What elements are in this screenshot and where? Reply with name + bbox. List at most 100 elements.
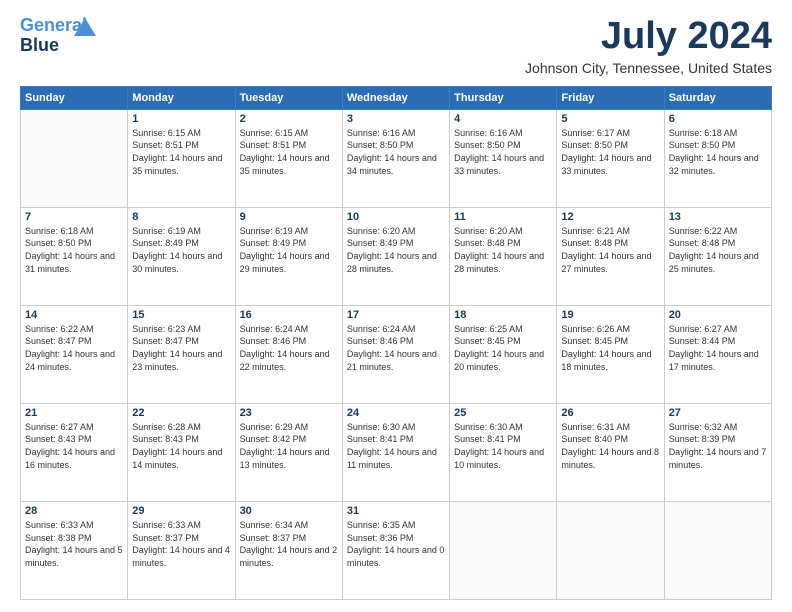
day-number: 16: [240, 309, 338, 321]
calendar-cell: 4Sunrise: 6:16 AM Sunset: 8:50 PM Daylig…: [450, 109, 557, 207]
day-number: 19: [561, 309, 659, 321]
day-info: Sunrise: 6:17 AM Sunset: 8:50 PM Dayligh…: [561, 127, 659, 177]
calendar-cell: 23 Sunrise: 6:29 AM Sunset: 8:42 PM Dayli…: [235, 403, 342, 501]
day-number: 28: [25, 505, 123, 517]
day-number: 27: [669, 407, 767, 419]
day-number: 17: [347, 309, 445, 321]
day-number: 12: [561, 211, 659, 223]
header: General Blue July 2024 Johnson City, Ten…: [20, 16, 772, 76]
header-wednesday: Wednesday: [342, 86, 449, 109]
calendar-cell: [21, 109, 128, 207]
day-info: Sunrise: 6:33 AM Sunset: 8:37 PM Dayligh…: [132, 519, 230, 569]
header-monday: Monday: [128, 86, 235, 109]
calendar-table: Sunday Monday Tuesday Wednesday Thursday…: [20, 86, 772, 600]
calendar-cell: 10Sunrise: 6:20 AM Sunset: 8:49 PM Dayli…: [342, 207, 449, 305]
calendar-cell: 29Sunrise: 6:33 AM Sunset: 8:37 PM Dayli…: [128, 501, 235, 599]
day-number: 20: [669, 309, 767, 321]
title-area: July 2024 Johnson City, Tennessee, Unite…: [525, 16, 772, 76]
day-number: 31: [347, 505, 445, 517]
calendar-cell: 12 Sunrise: 6:21 AM Sunset: 8:48 PM Dayli…: [557, 207, 664, 305]
calendar-cell: 7Sunrise: 6:18 AM Sunset: 8:50 PM Daylig…: [21, 207, 128, 305]
calendar-cell: 31 Sunrise: 6:35 AM Sunset: 8:36 PM Dayli…: [342, 501, 449, 599]
day-number: 22: [132, 407, 230, 419]
day-number: 7: [25, 211, 123, 223]
calendar-cell: 16 Sunrise: 6:24 AM Sunset: 8:46 PM Dayli…: [235, 305, 342, 403]
calendar-cell: [664, 501, 771, 599]
day-number: 14: [25, 309, 123, 321]
day-info: Sunrise: 6:24 AM Sunset: 8:46 PM Dayligh…: [347, 323, 445, 373]
calendar-cell: 21Sunrise: 6:27 AM Sunset: 8:43 PM Dayli…: [21, 403, 128, 501]
day-info: Sunrise: 6:29 AM Sunset: 8:42 PM Dayligh…: [240, 421, 338, 471]
day-info: Sunrise: 6:26 AM Sunset: 8:45 PM Dayligh…: [561, 323, 659, 373]
day-info: Sunrise: 6:27 AM Sunset: 8:44 PM Dayligh…: [669, 323, 767, 373]
logo-blue: Blue: [20, 35, 59, 55]
header-friday: Friday: [557, 86, 664, 109]
day-info: Sunrise: 6:25 AM Sunset: 8:45 PM Dayligh…: [454, 323, 552, 373]
day-number: 15: [132, 309, 230, 321]
calendar-cell: 1 Sunrise: 6:15 AM Sunset: 8:51 PM Daylig…: [128, 109, 235, 207]
day-number: 23: [240, 407, 338, 419]
calendar-cell: 20 Sunrise: 6:27 AM Sunset: 8:44 PM Dayli…: [664, 305, 771, 403]
day-info: Sunrise: 6:22 AM Sunset: 8:47 PM Dayligh…: [25, 323, 123, 373]
calendar-cell: 11 Sunrise: 6:20 AM Sunset: 8:48 PM Dayli…: [450, 207, 557, 305]
calendar-cell: 6 Sunrise: 6:18 AM Sunset: 8:50 PM Daylig…: [664, 109, 771, 207]
calendar-cell: 15 Sunrise: 6:23 AM Sunset: 8:47 PM Dayli…: [128, 305, 235, 403]
calendar-week-0: 1 Sunrise: 6:15 AM Sunset: 8:51 PM Daylig…: [21, 109, 772, 207]
day-info: Sunrise: 6:15 AM Sunset: 8:51 PM Dayligh…: [132, 127, 230, 177]
logo: General Blue: [20, 16, 87, 56]
calendar-cell: 19 Sunrise: 6:26 AM Sunset: 8:45 PM Dayli…: [557, 305, 664, 403]
day-info: Sunrise: 6:23 AM Sunset: 8:47 PM Dayligh…: [132, 323, 230, 373]
calendar-cell: 14 Sunrise: 6:22 AM Sunset: 8:47 PM Dayli…: [21, 305, 128, 403]
day-number: 10: [347, 211, 445, 223]
calendar-cell: 13 Sunrise: 6:22 AM Sunset: 8:48 PM Dayli…: [664, 207, 771, 305]
day-info: Sunrise: 6:33 AM Sunset: 8:38 PM Dayligh…: [25, 519, 123, 569]
day-info: Sunrise: 6:18 AM Sunset: 8:50 PM Dayligh…: [669, 127, 767, 177]
day-number: 26: [561, 407, 659, 419]
weekday-header-row: Sunday Monday Tuesday Wednesday Thursday…: [21, 86, 772, 109]
day-info: Sunrise: 6:16 AM Sunset: 8:50 PM Dayligh…: [347, 127, 445, 177]
day-number: 5: [561, 113, 659, 125]
header-tuesday: Tuesday: [235, 86, 342, 109]
calendar-cell: 26Sunrise: 6:31 AM Sunset: 8:40 PM Dayli…: [557, 403, 664, 501]
day-info: Sunrise: 6:28 AM Sunset: 8:43 PM Dayligh…: [132, 421, 230, 471]
header-sunday: Sunday: [21, 86, 128, 109]
day-number: 30: [240, 505, 338, 517]
day-info: Sunrise: 6:30 AM Sunset: 8:41 PM Dayligh…: [347, 421, 445, 471]
day-info: Sunrise: 6:30 AM Sunset: 8:41 PM Dayligh…: [454, 421, 552, 471]
day-number: 9: [240, 211, 338, 223]
day-number: 4: [454, 113, 552, 125]
calendar-week-2: 14 Sunrise: 6:22 AM Sunset: 8:47 PM Dayli…: [21, 305, 772, 403]
header-saturday: Saturday: [664, 86, 771, 109]
page: General Blue July 2024 Johnson City, Ten…: [0, 0, 792, 612]
day-number: 6: [669, 113, 767, 125]
location: Johnson City, Tennessee, United States: [525, 60, 772, 76]
day-number: 21: [25, 407, 123, 419]
month-year: July 2024: [525, 16, 772, 58]
calendar-cell: 30 Sunrise: 6:34 AM Sunset: 8:37 PM Dayli…: [235, 501, 342, 599]
day-number: 1: [132, 113, 230, 125]
day-number: 11: [454, 211, 552, 223]
day-info: Sunrise: 6:19 AM Sunset: 8:49 PM Dayligh…: [240, 225, 338, 275]
calendar-week-4: 28 Sunrise: 6:33 AM Sunset: 8:38 PM Dayli…: [21, 501, 772, 599]
calendar-cell: 5 Sunrise: 6:17 AM Sunset: 8:50 PM Daylig…: [557, 109, 664, 207]
day-number: 13: [669, 211, 767, 223]
calendar-week-3: 21Sunrise: 6:27 AM Sunset: 8:43 PM Dayli…: [21, 403, 772, 501]
day-number: 18: [454, 309, 552, 321]
calendar-cell: 3Sunrise: 6:16 AM Sunset: 8:50 PM Daylig…: [342, 109, 449, 207]
calendar-cell: 2Sunrise: 6:15 AM Sunset: 8:51 PM Daylig…: [235, 109, 342, 207]
day-info: Sunrise: 6:32 AM Sunset: 8:39 PM Dayligh…: [669, 421, 767, 471]
calendar-cell: 9 Sunrise: 6:19 AM Sunset: 8:49 PM Daylig…: [235, 207, 342, 305]
calendar-cell: 22 Sunrise: 6:28 AM Sunset: 8:43 PM Dayli…: [128, 403, 235, 501]
logo-icon: [74, 18, 96, 36]
day-info: Sunrise: 6:34 AM Sunset: 8:37 PM Dayligh…: [240, 519, 338, 569]
day-info: Sunrise: 6:19 AM Sunset: 8:49 PM Dayligh…: [132, 225, 230, 275]
day-info: Sunrise: 6:24 AM Sunset: 8:46 PM Dayligh…: [240, 323, 338, 373]
calendar-cell: 18 Sunrise: 6:25 AM Sunset: 8:45 PM Dayli…: [450, 305, 557, 403]
day-number: 8: [132, 211, 230, 223]
calendar-week-1: 7Sunrise: 6:18 AM Sunset: 8:50 PM Daylig…: [21, 207, 772, 305]
day-info: Sunrise: 6:35 AM Sunset: 8:36 PM Dayligh…: [347, 519, 445, 569]
day-info: Sunrise: 6:20 AM Sunset: 8:48 PM Dayligh…: [454, 225, 552, 275]
calendar-cell: 25Sunrise: 6:30 AM Sunset: 8:41 PM Dayli…: [450, 403, 557, 501]
day-info: Sunrise: 6:21 AM Sunset: 8:48 PM Dayligh…: [561, 225, 659, 275]
day-info: Sunrise: 6:22 AM Sunset: 8:48 PM Dayligh…: [669, 225, 767, 275]
